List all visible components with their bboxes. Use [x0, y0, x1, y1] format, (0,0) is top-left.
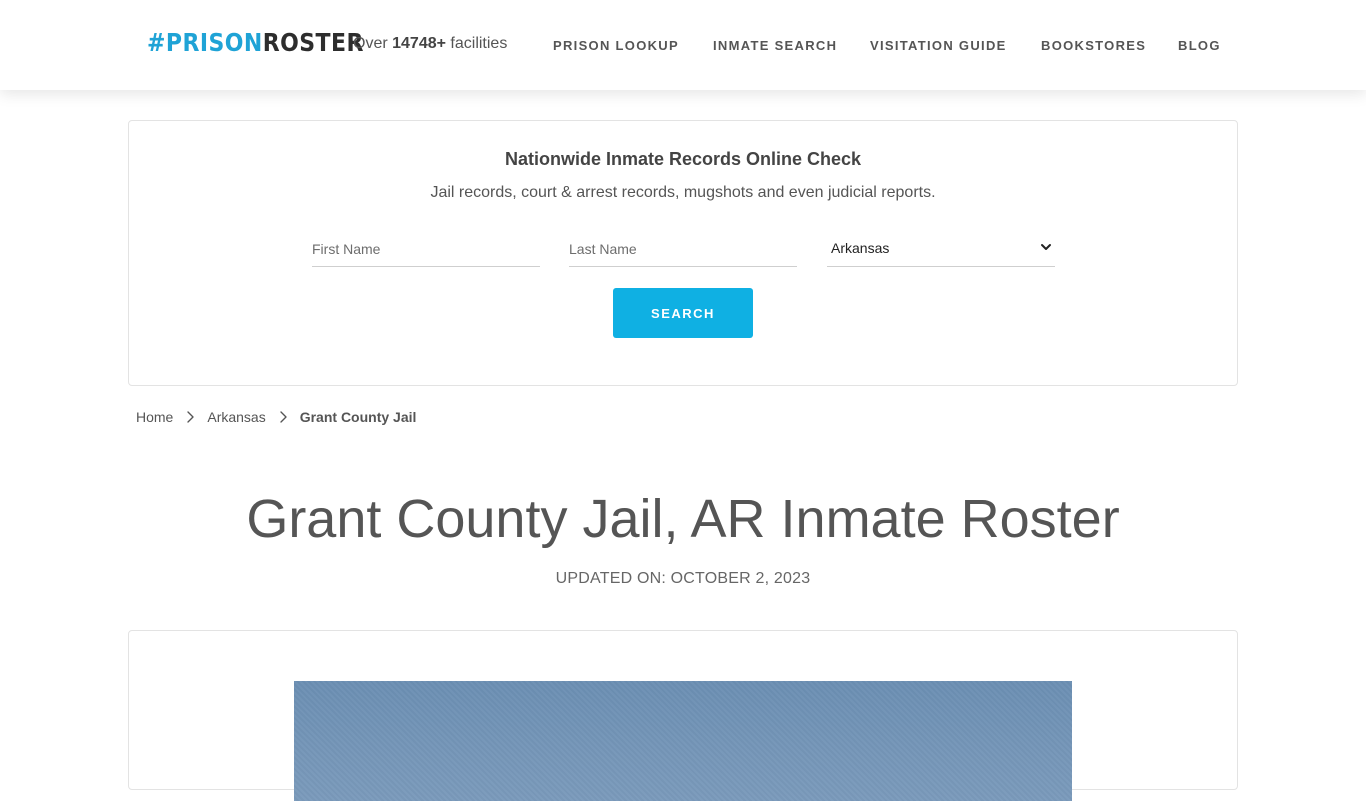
- breadcrumb-home[interactable]: Home: [136, 409, 173, 425]
- photo-texture: [294, 681, 1072, 801]
- first-name-input[interactable]: [312, 231, 540, 267]
- breadcrumb-current: Grant County Jail: [299, 409, 417, 425]
- nav-visitation-guide[interactable]: VISITATION GUIDE: [870, 38, 1007, 53]
- facility-image-card: [128, 630, 1238, 801]
- chevron-right-icon: [187, 411, 195, 423]
- chevron-right-icon: [280, 411, 287, 423]
- nav-prison-lookup[interactable]: PRISON LOOKUP: [553, 38, 679, 53]
- facilities-count: Over 14748+ facilities: [353, 35, 507, 53]
- page-title: Grant County Jail, AR Inmate Roster: [246, 489, 1120, 549]
- facilities-number: 14748+: [392, 35, 446, 52]
- nav-blog[interactable]: BLOG: [1178, 38, 1221, 53]
- state-select[interactable]: Arkansas: [827, 231, 1055, 267]
- logo-roster: ROSTER: [262, 28, 364, 57]
- facilities-prefix: Over: [353, 35, 388, 52]
- site-logo[interactable]: #PRISONROSTER: [147, 28, 364, 57]
- inmate-search-card: Nationwide Inmate Records Online Check J…: [128, 120, 1238, 386]
- nav-bookstores[interactable]: BOOKSTORES: [1041, 38, 1146, 53]
- logo-hash: #: [147, 28, 166, 57]
- facilities-suffix: facilities: [450, 35, 508, 52]
- last-name-input[interactable]: [569, 231, 797, 267]
- search-card-title: Nationwide Inmate Records Online Check: [504, 149, 862, 169]
- logo-prison: PRISON: [165, 28, 263, 57]
- site-header: #PRISONROSTER Over 14748+ facilities PRI…: [0, 0, 1366, 90]
- search-button[interactable]: SEARCH: [613, 288, 753, 338]
- state-select-value: Arkansas: [831, 240, 890, 256]
- facility-photo: [294, 681, 1072, 801]
- updated-date: UPDATED ON: OCTOBER 2, 2023: [555, 570, 811, 587]
- breadcrumb: Home Arkansas Grant County Jail: [136, 409, 416, 425]
- breadcrumb-state[interactable]: Arkansas: [207, 409, 265, 425]
- search-card-subtitle: Jail records, court & arrest records, mu…: [430, 184, 936, 201]
- chevron-down-icon: [1041, 244, 1051, 250]
- nav-inmate-search[interactable]: INMATE SEARCH: [713, 38, 837, 53]
